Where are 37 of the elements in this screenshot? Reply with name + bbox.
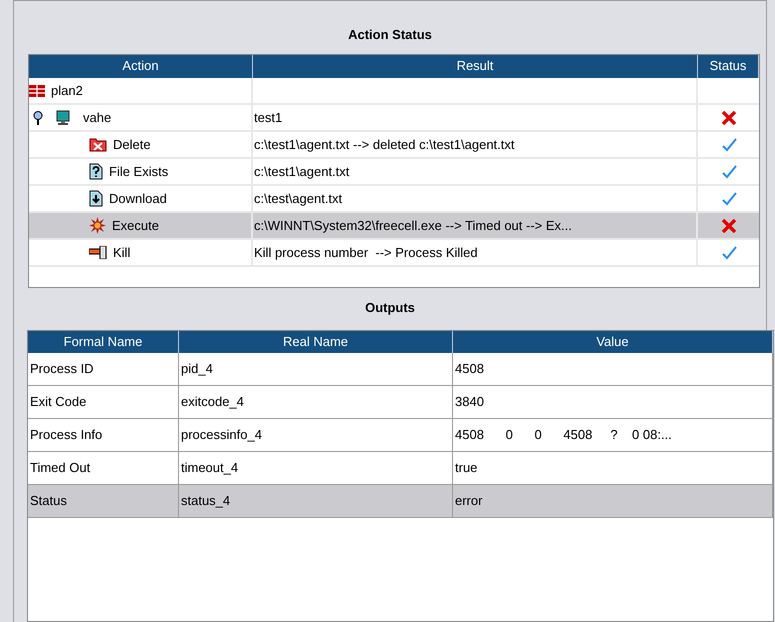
folder-x-icon [89, 137, 107, 152]
table-cell-text: c:\test1\agent.txt --> deleted c:\test1\agent.txt [254, 136, 515, 154]
table-cell-text: pid_4 [181, 360, 213, 378]
table-cell-text: test1 [254, 108, 282, 127]
tree-item-label[interactable]: Kill [113, 242, 130, 262]
table-cell-text: Exit Code [30, 393, 86, 412]
question-file-icon [89, 163, 103, 180]
section-title: Outputs [364, 299, 416, 317]
table-cell-text: Kill process number --> Process Killed [254, 244, 478, 262]
section-title: Action Status [347, 26, 433, 44]
monitor-icon [55, 110, 71, 126]
table-cell-text: Process Info [30, 426, 102, 444]
table-cell-text: status_4 [181, 492, 230, 510]
tree-item-label[interactable]: File Exists [109, 162, 168, 182]
table-cell-text: Timed Out [30, 459, 90, 478]
table-cell-text: c:\test1\agent.txt [254, 162, 350, 181]
table-cell-text: error [455, 492, 482, 510]
tree-item-label[interactable]: Download [109, 188, 167, 208]
table-cell-text: processinfo_4 [181, 426, 262, 444]
tree-item-label[interactable]: Delete [113, 134, 151, 154]
table-cell-text: c:\test\agent.txt [254, 190, 342, 208]
table-cell-text: Status [30, 492, 67, 510]
table-cell-text: 3840 [455, 393, 484, 412]
table-cell-text: 4508 [455, 360, 484, 378]
table-cell-text: exitcode_4 [181, 393, 244, 412]
tree-item-label[interactable]: plan2 [51, 80, 83, 100]
table-cell-text: Process ID [30, 360, 94, 378]
tree-item-label[interactable]: vahe [83, 108, 112, 128]
table-cell-text: true [455, 459, 478, 478]
download-file-icon [89, 190, 103, 207]
burst-icon [89, 217, 106, 234]
table-cell-text: timeout_4 [181, 459, 238, 478]
pin-icon[interactable] [33, 110, 43, 124]
table-cell-text: 4508 0 0 4508 ? 0 08:... [455, 426, 672, 444]
tree-item-label[interactable]: Execute [112, 216, 159, 236]
table-cell-text: c:\WINNT\System32\freecell.exe --> Timed out --> Ex... [254, 216, 572, 235]
switch-icon [89, 246, 107, 259]
